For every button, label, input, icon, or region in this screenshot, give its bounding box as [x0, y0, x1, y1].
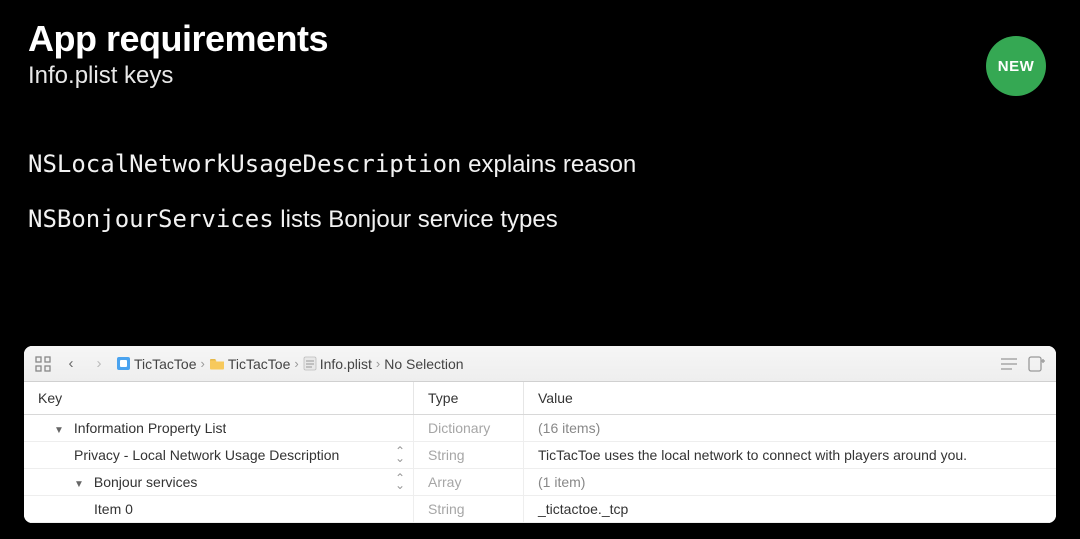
table-row[interactable]: Item 0 String _tictactoe._tcp [24, 496, 1056, 523]
plist-key: Privacy - Local Network Usage Descriptio… [74, 447, 339, 463]
disclosure-triangle-icon[interactable]: ▼ [74, 479, 86, 490]
document-outline-icon[interactable] [998, 353, 1020, 375]
code-key: NSBonjourServices [28, 205, 274, 233]
code-key: NSLocalNetworkUsageDescription [28, 150, 461, 178]
bullet-list: NSLocalNetworkUsageDescription explains … [0, 94, 1080, 234]
bullet-text: lists Bonjour service types [274, 206, 558, 233]
table-row[interactable]: ▼ Information Property List Dictionary (… [24, 415, 1056, 442]
stepper-icon[interactable]: ⌃⌄ [395, 475, 405, 489]
bullet-text: explains reason [461, 151, 636, 178]
plist-type: String [414, 442, 524, 468]
plist-file-icon [303, 356, 317, 371]
nav-back-icon[interactable]: ‹ [60, 353, 82, 375]
breadcrumb-label: Info.plist [320, 356, 372, 372]
folder-icon [209, 357, 225, 370]
plist-type: Array [414, 469, 524, 495]
breadcrumb-label: TicTacToe [228, 356, 291, 372]
plist-value: (16 items) [524, 415, 1056, 441]
nav-forward-icon[interactable]: › [88, 353, 110, 375]
bullet-item: NSBonjourServices lists Bonjour service … [28, 205, 1052, 234]
editor-panel: ‹ › TicTacToe › TicTacToe › Info [24, 346, 1056, 523]
breadcrumb-label: No Selection [384, 356, 463, 372]
breadcrumb-item[interactable]: No Selection [384, 356, 463, 372]
table-row[interactable]: ▼ Bonjour services ⌃⌄ Array (1 item) [24, 469, 1056, 496]
stepper-icon[interactable]: ⌃⌄ [395, 448, 405, 462]
breadcrumb: TicTacToe › TicTacToe › Info.plist › No … [116, 356, 992, 372]
slide-title: App requirements [28, 18, 1052, 60]
plist-key: Information Property List [74, 420, 227, 436]
breadcrumb-item[interactable]: Info.plist [303, 356, 372, 372]
plist-type: Dictionary [414, 415, 524, 441]
chevron-right-icon: › [201, 356, 205, 371]
column-header-type[interactable]: Type [414, 382, 524, 414]
add-editor-icon[interactable] [1026, 353, 1048, 375]
plist-value[interactable]: TicTacToe uses the local network to conn… [524, 442, 1056, 468]
plist-key: Bonjour services [94, 474, 198, 490]
breadcrumb-item[interactable]: TicTacToe [116, 356, 197, 372]
plist-key: Item 0 [94, 501, 133, 517]
plist-type: String [414, 496, 524, 522]
table-row[interactable]: Privacy - Local Network Usage Descriptio… [24, 442, 1056, 469]
new-badge: NEW [986, 36, 1046, 96]
plist-value: (1 item) [524, 469, 1056, 495]
breadcrumb-label: TicTacToe [134, 356, 197, 372]
slide-subtitle: Info.plist keys [28, 62, 1052, 90]
chevron-right-icon: › [376, 356, 380, 371]
column-header-value[interactable]: Value [524, 382, 1056, 414]
chevron-right-icon: › [294, 356, 298, 371]
table-header: Key Type Value [24, 382, 1056, 415]
bullet-item: NSLocalNetworkUsageDescription explains … [28, 150, 1052, 179]
project-icon [116, 356, 131, 371]
column-header-key[interactable]: Key [24, 382, 414, 414]
related-items-icon[interactable] [32, 353, 54, 375]
disclosure-triangle-icon[interactable]: ▼ [54, 425, 66, 436]
editor-toolbar: ‹ › TicTacToe › TicTacToe › Info [24, 346, 1056, 382]
breadcrumb-item[interactable]: TicTacToe [209, 356, 291, 372]
plist-value[interactable]: _tictactoe._tcp [524, 496, 1056, 522]
